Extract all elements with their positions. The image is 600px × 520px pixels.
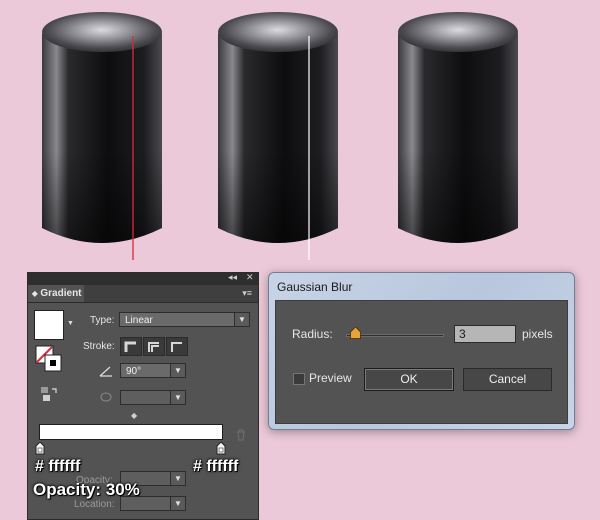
- dialog-title: Gaussian Blur: [277, 280, 353, 294]
- artwork-canvas: [0, 0, 600, 270]
- right-stop-color-caption: # ffffff: [193, 458, 239, 475]
- type-label: Type:: [90, 315, 115, 326]
- panel-menu-icon[interactable]: ▾≡: [242, 288, 252, 299]
- swatch-dropdown-icon[interactable]: ▼: [67, 320, 74, 327]
- cylinder-2: [218, 12, 338, 243]
- type-dropdown[interactable]: Linear ▼: [119, 312, 250, 327]
- chevron-down-icon[interactable]: ▼: [170, 391, 185, 404]
- cancel-button[interactable]: Cancel: [463, 368, 552, 391]
- chevron-down-icon[interactable]: ▼: [170, 472, 185, 485]
- ok-button[interactable]: OK: [364, 368, 454, 391]
- cylinder-3: [398, 12, 518, 243]
- angle-icon: [99, 366, 112, 377]
- close-icon[interactable]: ✕: [246, 272, 254, 283]
- opacity-caption: Opacity: 30%: [33, 480, 140, 499]
- radius-input[interactable]: [454, 325, 516, 343]
- gaussian-blur-dialog: Gaussian Blur Radius: pixels Preview OK …: [268, 272, 575, 430]
- type-value: Linear: [125, 315, 153, 326]
- collapse-icon[interactable]: ◂◂: [228, 272, 237, 283]
- tab-collapse-icon[interactable]: ⬥: [32, 289, 38, 298]
- aspect-ratio-dropdown[interactable]: ▼: [120, 390, 186, 405]
- angle-value: 90°: [126, 366, 142, 377]
- stroke-label: Stroke:: [83, 341, 115, 352]
- dialog-body: Radius: pixels Preview OK Cancel: [275, 300, 568, 424]
- panel-tab-bar: ⬥ Gradient ▾≡: [28, 285, 258, 303]
- stroke-within-icon[interactable]: [120, 337, 142, 356]
- chevron-down-icon[interactable]: ▼: [170, 364, 185, 377]
- radius-label: Radius:: [292, 327, 333, 341]
- panel-title-bar[interactable]: ◂◂ ✕: [28, 272, 258, 285]
- midpoint-diamond-icon[interactable]: ◆: [131, 411, 137, 420]
- chevron-down-icon[interactable]: ▼: [234, 313, 249, 326]
- preview-checkbox[interactable]: [293, 373, 305, 385]
- reverse-gradient-icon[interactable]: [40, 386, 58, 402]
- cylinders-illustration: [42, 12, 518, 260]
- right-color-stop-icon[interactable]: [216, 442, 226, 455]
- gradient-swatch[interactable]: [34, 310, 64, 340]
- left-stop-color-caption: # ffffff: [35, 458, 81, 475]
- fill-stroke-icon[interactable]: [35, 345, 63, 373]
- left-color-stop-icon[interactable]: [35, 442, 45, 455]
- stroke-across-icon[interactable]: [166, 337, 188, 356]
- aspect-ratio-icon: [100, 392, 112, 402]
- trash-icon[interactable]: [235, 429, 247, 441]
- location-label: Location:: [74, 499, 115, 510]
- radius-slider-thumb[interactable]: [350, 327, 361, 339]
- angle-dropdown[interactable]: 90° ▼: [120, 363, 186, 378]
- stroke-along-icon[interactable]: [143, 337, 165, 356]
- tab-gradient-label: Gradient: [40, 288, 82, 299]
- chevron-down-icon[interactable]: ▼: [170, 497, 185, 510]
- pixels-unit-label: pixels: [522, 327, 553, 341]
- tab-gradient[interactable]: ⬥ Gradient: [28, 285, 84, 302]
- cylinder-1: [42, 12, 162, 243]
- gradient-slider-bar[interactable]: [39, 424, 223, 440]
- preview-label[interactable]: Preview: [309, 371, 352, 385]
